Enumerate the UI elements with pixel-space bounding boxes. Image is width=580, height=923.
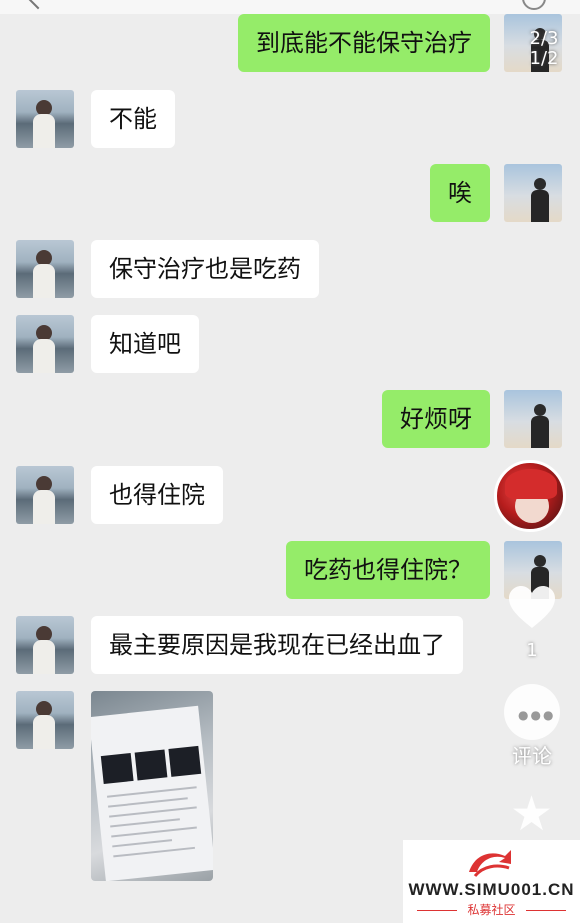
incoming-message-bubble[interactable]: 不能 xyxy=(91,90,175,148)
contact-avatar[interactable] xyxy=(16,315,74,373)
outgoing-message-bubble[interactable]: 唉 xyxy=(430,164,490,222)
contact-avatar[interactable] xyxy=(16,240,74,298)
contact-avatar[interactable] xyxy=(16,90,74,148)
outgoing-message-bubble[interactable]: 好烦呀 xyxy=(382,390,490,448)
my-avatar[interactable] xyxy=(504,390,562,448)
watermark-url: WWW.SIMU001.CN xyxy=(408,880,575,899)
incoming-message-bubble[interactable]: 也得住院 xyxy=(91,466,223,524)
page-counter-line2: 1/2 xyxy=(529,48,559,69)
star-icon[interactable]: ★ xyxy=(510,790,553,838)
contact-avatar[interactable] xyxy=(16,691,74,749)
outgoing-message-bubble[interactable]: 吃药也得住院？ xyxy=(286,541,490,599)
comment-icon[interactable]: ●●● xyxy=(504,684,560,740)
contact-avatar[interactable] xyxy=(16,466,74,524)
creator-avatar[interactable] xyxy=(494,460,566,532)
incoming-message-bubble[interactable]: 保守治疗也是吃药 xyxy=(91,240,319,298)
comment-label[interactable]: 评论 xyxy=(502,740,562,769)
medical-report-photo xyxy=(91,705,213,881)
back-arrow-icon[interactable] xyxy=(26,0,50,10)
incoming-message-bubble[interactable]: 知道吧 xyxy=(91,315,199,373)
top-bar xyxy=(0,0,580,14)
incoming-message-bubble[interactable]: 最主要原因是我现在已经出血了 xyxy=(91,616,463,674)
outgoing-message-bubble[interactable]: 到底能不能保守治疗 xyxy=(238,14,490,72)
my-avatar[interactable] xyxy=(504,164,562,222)
page-counter-line1: 2/3 xyxy=(529,28,559,49)
contact-avatar[interactable] xyxy=(16,616,74,674)
heart-icon[interactable] xyxy=(507,584,557,632)
like-count: 1 xyxy=(526,640,538,661)
image-message[interactable] xyxy=(91,691,213,881)
search-icon[interactable] xyxy=(522,0,546,10)
watermark-logo xyxy=(469,850,511,878)
watermark: WWW.SIMU001.CN 私募社区 xyxy=(403,840,580,923)
